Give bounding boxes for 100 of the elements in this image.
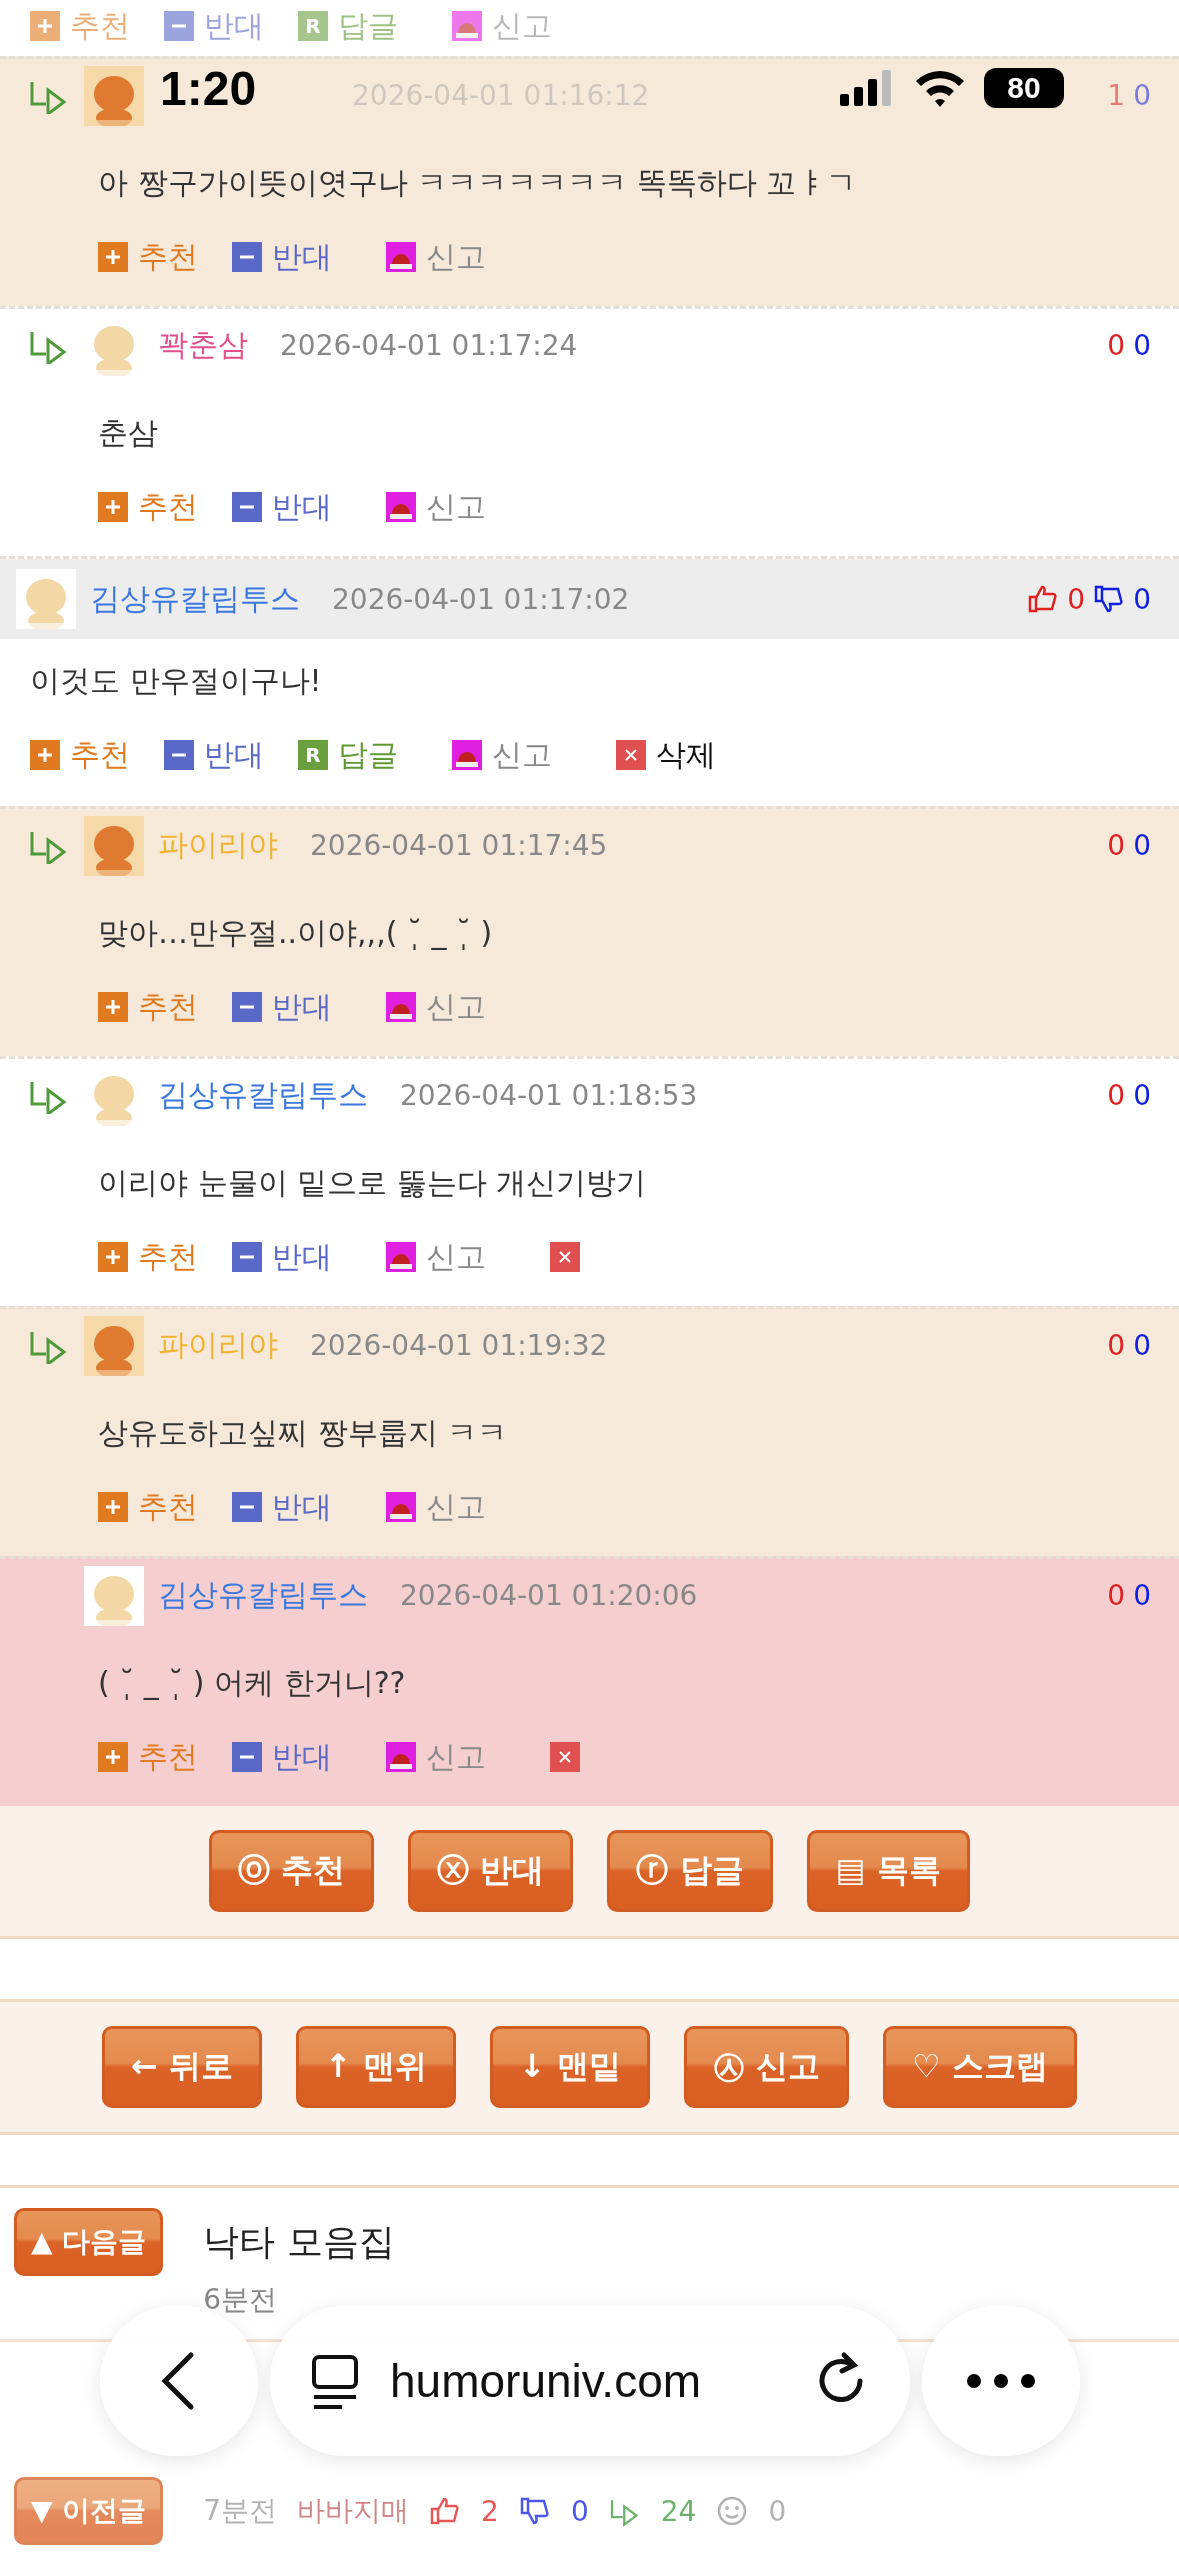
siren-icon [452, 11, 482, 41]
comment-text: ( ˘̩ _ ˘̩ ) 어케 한거니?? [98, 1665, 406, 1700]
post-author: 바바지매 [297, 2493, 410, 2529]
siren-icon [386, 492, 416, 523]
siren-icon [386, 992, 416, 1023]
minus-icon [164, 740, 194, 771]
recommend-link[interactable]: 추천 [98, 236, 198, 278]
close-icon[interactable] [616, 740, 646, 771]
dislike-count: 0 [1133, 1579, 1151, 1613]
recommend-link[interactable]: 추천 [98, 1486, 198, 1528]
like-count: 0 [1107, 1329, 1126, 1363]
report-link[interactable]: 신고 [452, 5, 552, 47]
recommend-link[interactable]: 추천 [30, 734, 130, 776]
plus-icon [98, 242, 128, 273]
comment-date: 2026-04-01 01:20:06 [400, 1579, 698, 1613]
report-link[interactable]: 신고 [386, 1236, 486, 1278]
author-name[interactable]: 김상유칼립투스 [90, 578, 300, 620]
comment-text: 이것도 만우절이구나! [30, 663, 322, 699]
dislike-count: 0 [1133, 329, 1151, 363]
recommend-link[interactable]: 추천 [98, 986, 198, 1028]
comment-text: 아 짱구가이뜻이엿구나 ㅋㅋㅋㅋㅋㅋㅋ 똑똑하다 꼬ㅑㄱ [98, 165, 857, 200]
recommend-link[interactable]: 추천 [30, 5, 130, 47]
post-action-button[interactable]: ▤ 목록 [806, 1830, 970, 1912]
plus-icon [98, 992, 128, 1023]
dislike-count: 0 [1133, 79, 1151, 113]
oppose-link[interactable]: 반대 [164, 734, 264, 776]
post-action-button[interactable]: ⓡ 답글 [607, 1830, 773, 1912]
report-link[interactable]: 신고 [386, 1736, 486, 1778]
report-link[interactable]: 신고 [386, 1486, 486, 1528]
close-icon[interactable] [550, 1242, 580, 1273]
siren-icon [452, 740, 482, 771]
like-count: 0 [1107, 829, 1126, 863]
dislike-count: 0 [1133, 582, 1151, 616]
nav-button[interactable]: ↓ 맨밑 [490, 2026, 650, 2108]
plus-icon [30, 11, 60, 41]
reply-link[interactable]: R 답글 [298, 734, 398, 776]
minus-icon [232, 242, 262, 273]
oppose-link[interactable]: 반대 [232, 1236, 332, 1278]
plus-icon [98, 492, 128, 523]
author-name[interactable]: 김상유칼립투스 [158, 1075, 368, 1117]
oppose-link[interactable]: 반대 [232, 1736, 332, 1778]
siren-icon [386, 242, 416, 273]
nav-button[interactable]: ↑ 맨위 [296, 2026, 456, 2108]
plus-icon [98, 1492, 128, 1523]
thumbs-up-icon[interactable] [1027, 583, 1060, 615]
report-link[interactable]: 신고 [386, 236, 486, 278]
siren-icon [386, 1492, 416, 1523]
prev-post-button[interactable]: ▼ 이전글 [14, 2477, 164, 2545]
smiley-icon [716, 2495, 749, 2527]
recommend-link[interactable]: 추천 [98, 486, 198, 528]
nav-button[interactable]: ㉦ 신고 [683, 2026, 850, 2108]
comment-date: 2026-04-01 01:17:02 [332, 582, 630, 616]
author-name[interactable]: 김상유칼립투스 [158, 1575, 368, 1617]
oppose-link[interactable]: 반대 [232, 236, 332, 278]
minus-icon [232, 1492, 262, 1523]
close-icon[interactable] [550, 1742, 580, 1773]
post-title[interactable]: 낙타 모음집 [203, 2218, 395, 2267]
reply-badge: R [298, 11, 328, 41]
plus-icon [98, 1242, 128, 1273]
thumbs-up-icon [429, 2495, 462, 2527]
oppose-link[interactable]: 반대 [164, 5, 264, 47]
next-post-button[interactable]: ▲ 다음글 [14, 2208, 164, 2276]
like-count: 2 [481, 2494, 499, 2528]
reply-badge: R [298, 740, 328, 771]
plus-icon [30, 740, 60, 771]
author-name[interactable]: 꽉춘삼 [158, 325, 248, 367]
comment-date: 2026-04-01 01:18:53 [400, 1079, 698, 1113]
like-count: 0 [1107, 329, 1126, 363]
dislike-count: 0 [1133, 1079, 1151, 1113]
oppose-link[interactable]: 반대 [232, 1486, 332, 1528]
report-link[interactable]: 신고 [386, 986, 486, 1028]
post-action-button[interactable]: ⓧ 반대 [408, 1830, 574, 1912]
like-count: 0 [1107, 1079, 1126, 1113]
minus-icon [232, 1242, 262, 1273]
reply-count: 24 [660, 2494, 697, 2528]
battery-indicator: 80 [984, 68, 1064, 108]
like-count: 0 [1067, 582, 1086, 616]
oppose-link[interactable]: 반대 [232, 986, 332, 1028]
comment-text: 상유도하고싶찌 짱부룹지 ㅋㅋ [98, 1415, 508, 1450]
post-action-button[interactable]: ⓞ 추천 [209, 1830, 375, 1912]
recommend-link[interactable]: 추천 [98, 1736, 198, 1778]
minus-icon [164, 11, 194, 41]
dislike-count: 0 [1133, 1329, 1151, 1363]
report-link[interactable]: 신고 [452, 734, 552, 776]
oppose-link[interactable]: 반대 [232, 486, 332, 528]
comment-date: 2026-04-01 01:19:32 [310, 1329, 608, 1363]
recommend-link[interactable]: 추천 [98, 1236, 198, 1278]
nav-button[interactable]: ♡ 스크랩 [883, 2026, 1077, 2108]
siren-icon [386, 1742, 416, 1773]
comment-date: 2026-04-01 01:17:45 [310, 829, 608, 863]
minus-icon [232, 992, 262, 1023]
reply-link[interactable]: R 답글 [298, 5, 398, 47]
view-count: 0 [768, 2494, 787, 2528]
thumbs-down-icon[interactable] [1093, 583, 1126, 615]
thumbs-down-icon [518, 2495, 551, 2527]
like-count: 1 [1107, 79, 1126, 113]
url-text: humoruniv.com [390, 2354, 703, 2408]
nav-button[interactable]: ← 뒤로 [102, 2026, 263, 2108]
report-link[interactable]: 신고 [386, 486, 486, 528]
delete-link[interactable]: 삭제 [616, 734, 716, 776]
